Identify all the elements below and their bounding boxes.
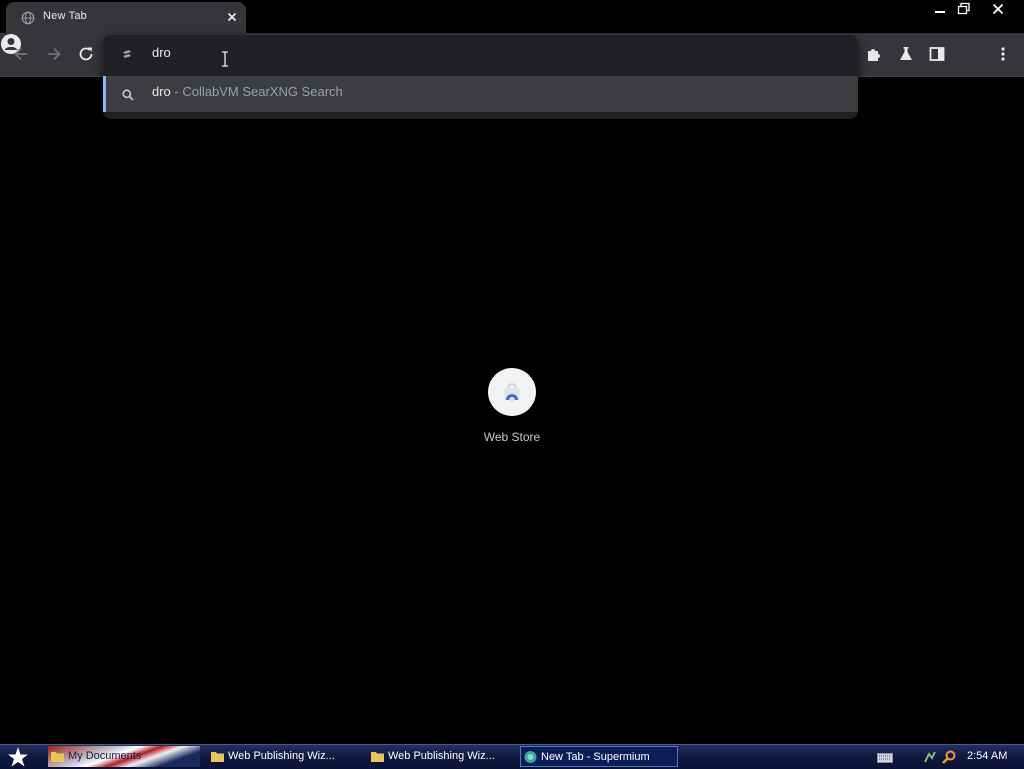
site-info-icon[interactable]: [120, 48, 134, 62]
taskbar: My Documents Web Publishing Wiz... Web P…: [0, 744, 1024, 769]
suggestion-query: dro: [152, 84, 171, 99]
address-input[interactable]: dro: [152, 45, 171, 60]
web-store-icon: [504, 383, 520, 403]
puzzle-icon[interactable]: [864, 44, 884, 64]
taskbar-item-web-publishing-2[interactable]: Web Publishing Wiz...: [368, 746, 518, 767]
restore-icon[interactable]: [953, 1, 975, 17]
reload-icon[interactable]: [76, 44, 96, 64]
window-close-icon[interactable]: [984, 1, 1012, 17]
taskbar-item-label: Web Publishing Wiz...: [388, 750, 495, 762]
omnibox-suggestion[interactable]: dro - CollabVM SearXNG Search: [103, 76, 858, 112]
start-star-icon[interactable]: [0, 745, 40, 769]
taskbar-item-label: My Documents: [68, 750, 142, 762]
omnibox-dropdown: dro dro - CollabVM SearXNG Search: [103, 35, 858, 119]
minimize-icon[interactable]: [929, 1, 951, 17]
folder-icon: [211, 752, 224, 762]
address-bar[interactable]: dro: [103, 35, 858, 75]
suggestion-text: dro - CollabVM SearXNG Search: [152, 84, 343, 99]
kebab-menu-icon[interactable]: [993, 44, 1013, 64]
network-icon[interactable]: [922, 749, 938, 765]
browser-globe-icon: [524, 751, 537, 763]
tab-new-tab[interactable]: New Tab: [6, 2, 246, 33]
taskbar-item-browser[interactable]: New Tab - Supermium: [520, 746, 678, 767]
suggestion-description: - CollabVM SearXNG Search: [170, 84, 343, 99]
folder-icon: [371, 752, 384, 762]
title-bar: New Tab: [0, 0, 1024, 33]
shortcut-tile[interactable]: [488, 368, 536, 416]
keyboard-icon[interactable]: [877, 753, 893, 763]
tab-title: New Tab: [43, 10, 87, 22]
search-icon[interactable]: [941, 749, 957, 765]
text-cursor-icon: [222, 51, 228, 67]
taskbar-item-my-documents[interactable]: My Documents: [48, 746, 200, 767]
search-icon: [122, 89, 134, 101]
shortcut-label: Web Store: [483, 430, 541, 444]
taskbar-clock: 2:54 AM: [967, 750, 1008, 762]
taskbar-item-label: Web Publishing Wiz...: [228, 750, 335, 762]
close-icon[interactable]: [225, 10, 239, 24]
side-panel-icon[interactable]: [927, 44, 947, 64]
shortcut-web-store[interactable]: Web Store: [466, 366, 558, 450]
forward-arrow-icon[interactable]: [44, 44, 64, 64]
back-arrow-icon[interactable]: [11, 44, 31, 64]
folder-icon: [51, 752, 64, 762]
globe-icon: [21, 11, 35, 25]
flask-icon[interactable]: [896, 44, 916, 64]
taskbar-item-label: New Tab - Supermium: [541, 751, 650, 763]
taskbar-item-web-publishing-1[interactable]: Web Publishing Wiz...: [208, 746, 358, 767]
